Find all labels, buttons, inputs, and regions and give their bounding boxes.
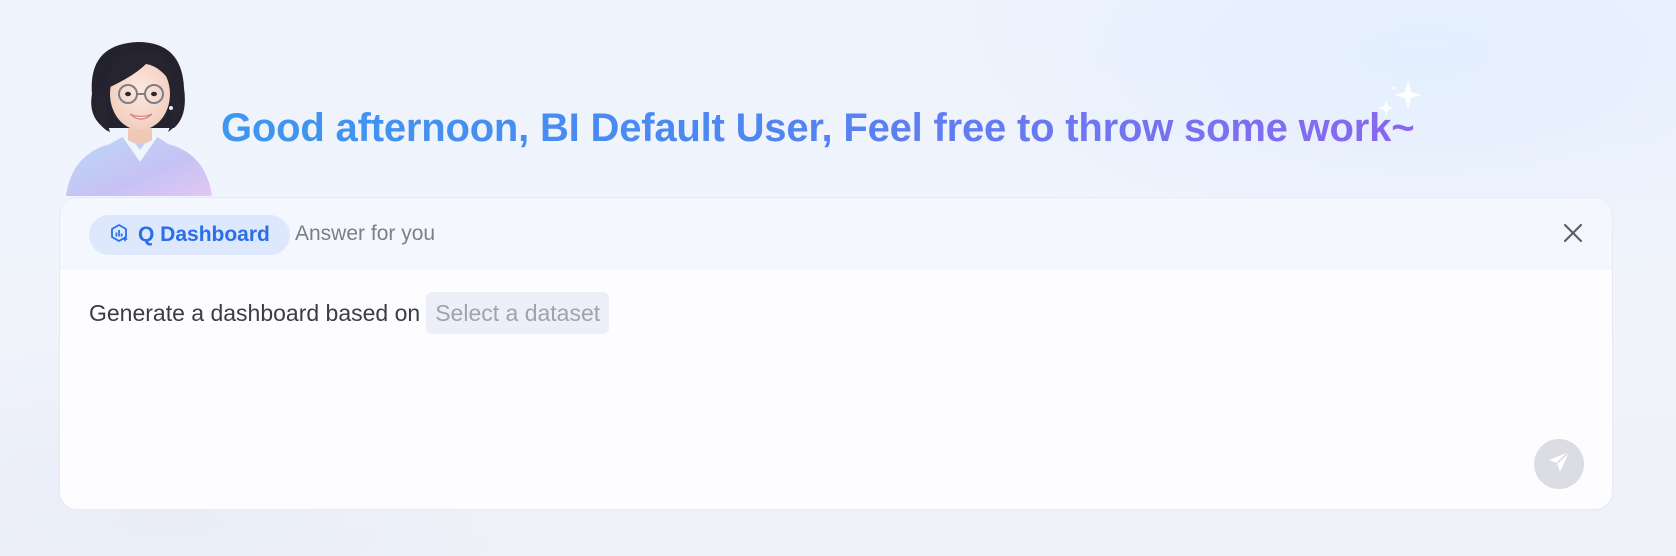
prompt-card-header: Q Dashboard Answer for you — [60, 198, 1612, 270]
close-icon[interactable] — [1560, 220, 1586, 246]
sparkle-icon — [1374, 78, 1422, 122]
prompt-card: Q Dashboard Answer for you Generate a da… — [59, 197, 1613, 510]
send-icon — [1546, 449, 1572, 480]
prompt-input-area[interactable]: Generate a dashboard based on Select a d… — [89, 292, 610, 334]
dashboard-ai-icon — [109, 223, 129, 248]
send-button[interactable] — [1534, 439, 1584, 489]
dataset-select[interactable]: Select a dataset — [426, 292, 610, 334]
greeting-headline: Good afternoon, BI Default User, Feel fr… — [221, 106, 1415, 150]
header-subtitle: Answer for you — [295, 222, 436, 245]
mode-chip-label: Q Dashboard — [138, 223, 270, 246]
mode-chip-q-dashboard[interactable]: Q Dashboard — [89, 215, 290, 255]
assistant-avatar — [64, 36, 212, 196]
prompt-prefix-text: Generate a dashboard based on — [89, 299, 421, 326]
